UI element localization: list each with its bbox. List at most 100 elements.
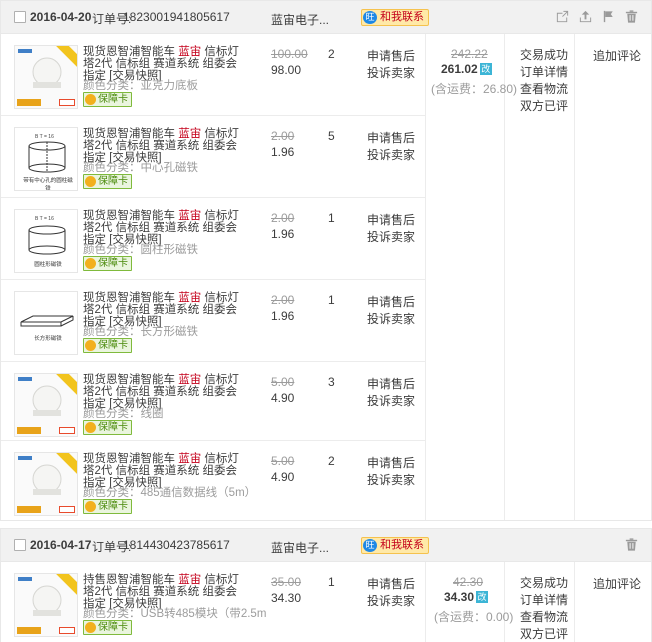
shop-name-link[interactable]: 蓝宙电子... [271, 11, 329, 28]
trash-icon[interactable] [624, 537, 639, 552]
quantity: 2 [328, 454, 335, 468]
complain-seller-link[interactable]: 投诉卖家 [367, 228, 415, 245]
apply-aftersale-link[interactable]: 申请售后 [367, 211, 415, 228]
order-total: 261.02 改 [441, 62, 492, 76]
order-card: 2016-04-20 订单号: 1823001941805617 蓝宙电子...… [0, 0, 652, 521]
product-spec: 颜色分类：亚克力底板 [83, 80, 198, 92]
apply-aftersale-link[interactable]: 申请售后 [367, 575, 415, 592]
order-detail-link[interactable]: 订单详情 [520, 592, 568, 609]
order-total: 34.30 改 [444, 590, 489, 604]
original-price: 5.00 [271, 454, 295, 468]
order-card: 2016-04-17 订单号: 1814430423785617 蓝宙电子...… [0, 528, 652, 642]
product-thumbnail[interactable]: 长方形磁铁 [14, 291, 78, 355]
product-thumbnail[interactable]: B T = 16 圆柱形磁铁 [14, 209, 78, 273]
quantity: 1 [328, 293, 335, 307]
order-item-row: 现货恩智浦智能车 蓝宙 信标灯塔2代 信标组 赛道系统 组委会指定 [交易快照]… [1, 362, 425, 441]
complain-seller-link[interactable]: 投诉卖家 [367, 471, 415, 488]
apply-aftersale-link[interactable]: 申请售后 [367, 375, 415, 392]
complain-seller-link[interactable]: 投诉卖家 [367, 392, 415, 409]
product-thumbnail[interactable] [14, 373, 78, 437]
contact-label: 和我联系 [380, 539, 424, 551]
view-logistics-link[interactable]: 查看物流 [520, 609, 568, 626]
modified-price-badge: 改 [479, 63, 492, 75]
thumbnail-caption: 长方形磁铁 [34, 336, 62, 342]
thumbnail-caption: 圆柱形磁铁 [34, 262, 62, 268]
order-header: 2016-04-20 订单号: 1823001941805617 蓝宙电子...… [1, 1, 651, 34]
guarantee-badge[interactable]: 保障卡 [83, 92, 132, 107]
order-detail-link[interactable]: 订单详情 [520, 64, 568, 81]
original-price: 100.00 [271, 47, 308, 61]
complain-seller-link[interactable]: 投诉卖家 [367, 64, 415, 81]
wangwang-icon: 旺 [363, 11, 377, 24]
beacon-lamp-image [32, 585, 62, 616]
trade-status: 交易成功 [520, 48, 569, 62]
guarantee-badge[interactable]: 保障卡 [83, 620, 132, 635]
guarantee-badge[interactable]: 保障卡 [83, 256, 132, 271]
original-price: 35.00 [271, 575, 302, 589]
product-spec: 颜色分类：中心孔磁铁 [83, 162, 198, 174]
unit-price: 4.90 [271, 391, 295, 405]
unit-price: 34.30 [271, 591, 302, 605]
order-date: 2016-04-17 [30, 538, 92, 552]
quantity: 1 [328, 575, 335, 589]
order-checkbox[interactable] [14, 539, 26, 551]
add-review-link[interactable]: 追加评论 [593, 47, 641, 64]
quantity: 2 [328, 47, 335, 61]
original-price: 2.00 [271, 129, 295, 143]
product-thumbnail[interactable]: B T = 16 带有中心孔的圆柱磁铁 [14, 127, 78, 191]
flag-icon[interactable] [601, 9, 616, 24]
product-thumbnail[interactable] [14, 573, 78, 637]
order-item-row: B T = 16 带有中心孔的圆柱磁铁 现货恩智浦智能车 蓝宙 信标灯塔2代 信… [1, 116, 425, 198]
product-spec: 颜色分类：485通信数据线（5m） [83, 487, 257, 499]
unit-price: 1.96 [271, 227, 295, 241]
apply-aftersale-link[interactable]: 申请售后 [367, 293, 415, 310]
original-price: 5.00 [271, 375, 295, 389]
shipping-fee: (含运费：26.80) [431, 82, 518, 96]
order-item-row: 现货恩智浦智能车 蓝宙 信标灯塔2代 信标组 赛道系统 组委会指定 [交易快照]… [1, 441, 425, 520]
order-number: 1814430423785617 [123, 538, 230, 552]
beacon-lamp-image [32, 464, 62, 495]
trash-icon[interactable] [624, 9, 639, 24]
contact-seller-button[interactable]: 旺和我联系 [361, 9, 429, 26]
order-status-column: 交易成功 订单详情 查看物流 双方已评 [520, 47, 568, 115]
product-spec: 颜色分类：USB转485模块（带2.5m [83, 608, 267, 620]
upload-icon[interactable] [578, 9, 593, 24]
order-original-total: 42.30 [453, 575, 484, 589]
contact-label: 和我联系 [380, 11, 424, 23]
original-price: 2.00 [271, 293, 295, 307]
view-logistics-link[interactable]: 查看物流 [520, 81, 568, 98]
svg-text:B T = 16: B T = 16 [35, 216, 54, 222]
product-spec: 颜色分类：圆柱形磁铁 [83, 244, 198, 256]
shop-name-link[interactable]: 蓝宙电子... [271, 539, 329, 556]
unit-price: 4.90 [271, 470, 295, 484]
order-item-row: 持售恩智浦智能车 蓝宙 信标灯塔2代 信标组 赛道系统 组委会指定 [交易快照]… [1, 562, 425, 642]
apply-aftersale-link[interactable]: 申请售后 [367, 454, 415, 471]
contact-seller-button[interactable]: 旺和我联系 [361, 537, 429, 554]
guarantee-badge[interactable]: 保障卡 [83, 499, 132, 514]
complain-seller-link[interactable]: 投诉卖家 [367, 146, 415, 163]
order-checkbox[interactable] [14, 11, 26, 23]
trade-status: 交易成功 [520, 576, 569, 590]
apply-aftersale-link[interactable]: 申请售后 [367, 47, 415, 64]
apply-aftersale-link[interactable]: 申请售后 [367, 129, 415, 146]
guarantee-badge[interactable]: 保障卡 [83, 174, 132, 189]
guarantee-badge[interactable]: 保障卡 [83, 338, 132, 353]
quantity: 5 [328, 129, 335, 143]
product-spec: 颜色分类：长方形磁铁 [83, 326, 198, 338]
rating-status[interactable]: 双方已评 [520, 626, 568, 642]
original-price: 2.00 [271, 211, 295, 225]
complain-seller-link[interactable]: 投诉卖家 [367, 310, 415, 327]
quantity: 3 [328, 375, 335, 389]
complain-seller-link[interactable]: 投诉卖家 [367, 592, 415, 609]
beacon-lamp-image [32, 385, 62, 416]
svg-text:B T = 16: B T = 16 [35, 134, 54, 140]
guarantee-badge[interactable]: 保障卡 [83, 420, 132, 435]
share-icon[interactable] [555, 9, 570, 24]
add-review-link[interactable]: 追加评论 [593, 575, 641, 592]
product-thumbnail[interactable] [14, 45, 78, 109]
modified-price-badge: 改 [476, 591, 489, 603]
order-item-row: 长方形磁铁 现货恩智浦智能车 蓝宙 信标灯塔2代 信标组 赛道系统 组委会指定 … [1, 280, 425, 362]
rating-status[interactable]: 双方已评 [520, 98, 568, 115]
unit-price: 1.96 [271, 309, 295, 323]
product-thumbnail[interactable] [14, 452, 78, 516]
